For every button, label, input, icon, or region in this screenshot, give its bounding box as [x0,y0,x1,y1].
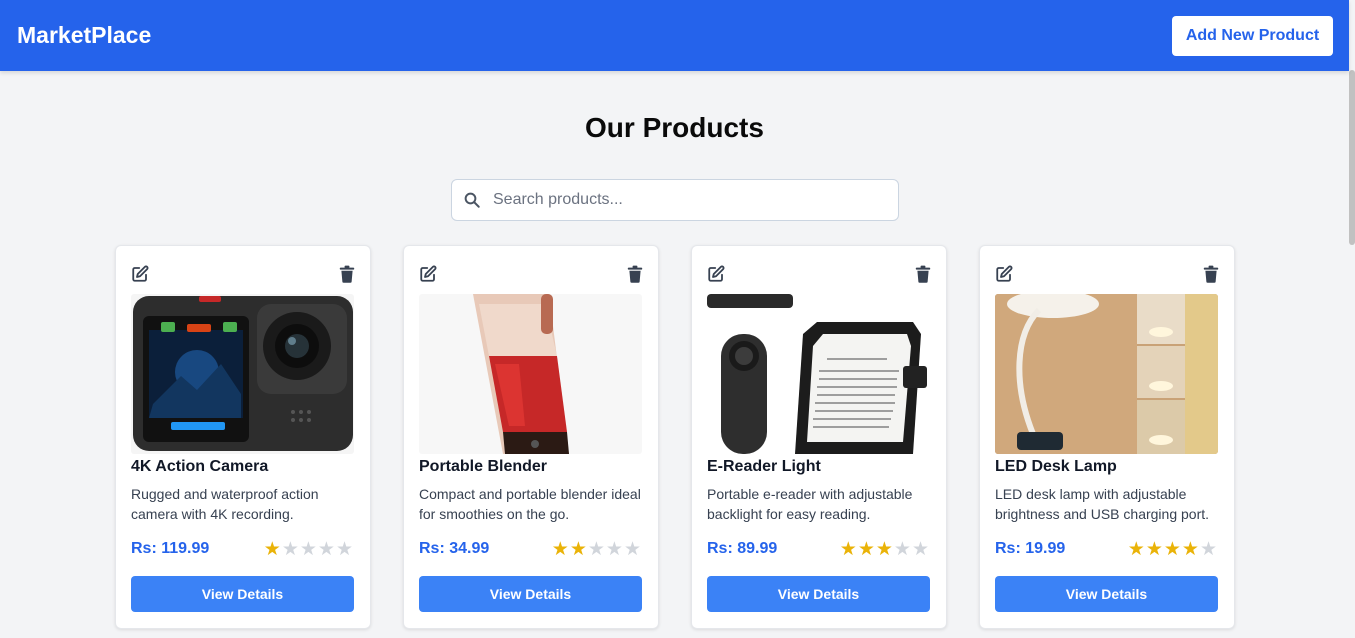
product-name[interactable]: 4K Action Camera [131,458,268,476]
star-empty-icon: ★ [587,539,606,560]
ereader-light-image [707,294,930,454]
star-filled-icon: ★ [1163,539,1182,560]
view-details-button[interactable]: View Details [419,576,642,612]
trash-icon[interactable] [627,265,643,283]
star-filled-icon: ★ [857,539,876,560]
star-empty-icon: ★ [623,539,642,560]
star-empty-icon: ★ [1199,539,1218,560]
edit-icon[interactable] [131,265,149,283]
star-rating: ★★★★★ [264,538,354,561]
product-name[interactable]: Portable Blender [419,458,547,476]
search-box[interactable] [451,179,899,221]
view-details-button[interactable]: View Details [995,576,1218,612]
blender-image [419,294,642,454]
star-empty-icon: ★ [893,539,912,560]
product-price: Rs: 89.99 [707,540,778,557]
star-filled-icon: ★ [839,539,858,560]
scrollbar-thumb[interactable] [1349,70,1355,245]
star-filled-icon: ★ [1127,539,1146,560]
search-icon [464,192,480,208]
star-empty-icon: ★ [281,539,300,560]
action-camera-image [131,294,354,454]
star-empty-icon: ★ [317,539,336,560]
product-description: Rugged and waterproof action camera with… [131,486,319,522]
star-rating: ★★★★★ [840,538,930,561]
edit-icon[interactable] [707,265,725,283]
product-description: Portable e-reader with adjustable backli… [707,486,913,522]
desk-lamp-image [995,294,1218,454]
page-scrollbar[interactable] [1349,0,1355,638]
star-filled-icon: ★ [551,539,570,560]
edit-icon[interactable] [419,265,437,283]
trash-icon[interactable] [1203,265,1219,283]
product-price: Rs: 19.99 [995,540,1066,557]
product-description: LED desk lamp with adjustable brightness… [995,486,1210,522]
brand-logo[interactable]: MarketPlace [17,22,151,49]
star-empty-icon: ★ [299,539,318,560]
top-navbar: MarketPlace Add New Product [0,0,1349,71]
edit-icon[interactable] [995,265,1013,283]
search-input[interactable] [493,191,893,209]
star-empty-icon: ★ [605,539,624,560]
star-rating: ★★★★★ [1128,538,1218,561]
product-price: Rs: 119.99 [131,540,210,557]
star-filled-icon: ★ [263,539,282,560]
view-details-button[interactable]: View Details [131,576,354,612]
trash-icon[interactable] [339,265,355,283]
add-new-product-button[interactable]: Add New Product [1172,15,1333,56]
product-price: Rs: 34.99 [419,540,490,557]
product-name[interactable]: E-Reader Light [707,458,821,476]
page-title: Our Products [585,112,764,143]
star-empty-icon: ★ [911,539,930,560]
product-card: E-Reader Light Portable e-reader with ad… [691,245,947,629]
star-filled-icon: ★ [569,539,588,560]
product-card: 4K Action Camera Rugged and waterproof a… [115,245,371,629]
star-empty-icon: ★ [335,539,354,560]
star-filled-icon: ★ [875,539,894,560]
product-card: LED Desk Lamp LED desk lamp with adjusta… [979,245,1235,629]
product-name[interactable]: LED Desk Lamp [995,458,1117,476]
star-filled-icon: ★ [1181,539,1200,560]
star-filled-icon: ★ [1145,539,1164,560]
view-details-button[interactable]: View Details [707,576,930,612]
product-card: Portable Blender Compact and portable bl… [403,245,659,629]
product-description: Compact and portable blender ideal for s… [419,486,641,522]
star-rating: ★★★★★ [552,538,642,561]
trash-icon[interactable] [915,265,931,283]
